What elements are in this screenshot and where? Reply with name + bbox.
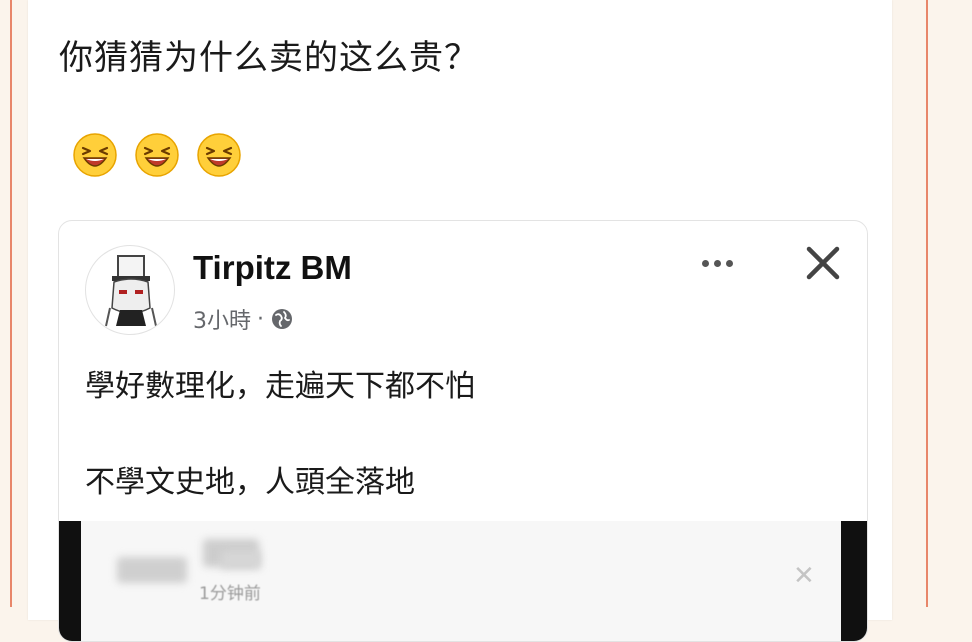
frame-border-right — [926, 0, 928, 607]
frame-border-left — [10, 0, 12, 607]
post-timestamp[interactable]: 3小時 — [193, 303, 251, 335]
more-options-button[interactable] — [691, 245, 743, 281]
embedded-close-icon: ✕ — [793, 561, 815, 591]
comment-text: 你猜猜为什么卖的这么贵？ — [59, 38, 479, 78]
embedded-timestamp: 1分钟前 — [199, 584, 261, 604]
emoji-row — [72, 132, 242, 178]
blurred-avatar — [117, 557, 187, 583]
post-meta: 3小時 · — [193, 303, 294, 335]
author-avatar[interactable] — [85, 245, 175, 335]
grinning-squint-face-icon — [73, 133, 117, 177]
globe-icon — [272, 309, 292, 329]
embedded-post: 1分钟前 ✕ — [81, 521, 841, 641]
grinning-squint-face-icon — [135, 133, 179, 177]
post-text-line-1: 學好數理化，走遍天下都不怕 — [85, 369, 475, 404]
post-text-line-2: 不學文史地，人頭全落地 — [85, 465, 415, 500]
ellipsis-icon — [701, 259, 709, 267]
blurred-username-detail — [221, 551, 261, 569]
meta-separator: · — [257, 306, 264, 332]
embedded-screenshot: 1分钟前 ✕ — [59, 521, 867, 641]
post-author-name[interactable]: Tirpitz BM — [193, 249, 352, 287]
avatar-image — [105, 255, 157, 327]
shared-post-card[interactable]: Tirpitz BM 3小時 · 學好數理化，走遍天下都不怕 不學文史地，人頭全… — [58, 220, 868, 642]
close-icon[interactable] — [801, 241, 845, 285]
grinning-squint-face-icon — [197, 133, 241, 177]
